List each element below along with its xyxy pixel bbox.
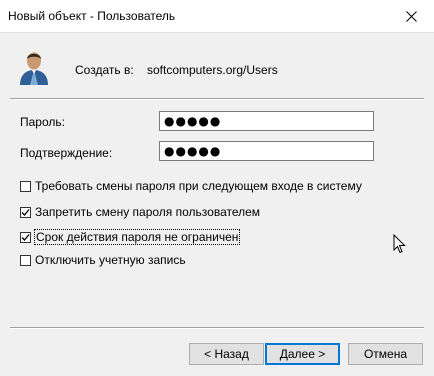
cancel-button[interactable]: Отмена <box>348 343 423 365</box>
mouse-pointer-icon <box>393 234 406 254</box>
confirm-label: Подтверждение: <box>20 146 113 160</box>
password-field[interactable]: ●●●●● <box>159 111 374 131</box>
checkbox[interactable] <box>20 231 31 243</box>
close-button[interactable] <box>388 0 434 32</box>
window-title: Новый объект - Пользователь <box>8 9 176 23</box>
option-change-at-logon[interactable]: Требовать смены пароля при следующем вхо… <box>20 178 362 194</box>
back-button[interactable]: < Назад <box>189 343 264 365</box>
checkbox[interactable] <box>20 254 31 266</box>
confirm-password-field[interactable]: ●●●●● <box>159 141 374 161</box>
separator <box>10 327 424 329</box>
option-label: Требовать смены пароля при следующем вхо… <box>35 179 362 193</box>
checkbox[interactable] <box>20 206 31 218</box>
create-in-path: softcomputers.org/Users <box>147 63 278 77</box>
checkmark-icon <box>21 208 30 216</box>
password-label: Пароль: <box>20 115 65 129</box>
option-disable-account[interactable]: Отключить учетную запись <box>20 252 186 268</box>
checkbox[interactable] <box>20 180 31 192</box>
title-bar: Новый объект - Пользователь <box>0 0 434 33</box>
user-icon <box>20 52 48 85</box>
option-label: Запретить смену пароля пользователем <box>35 205 261 219</box>
option-label: Срок действия пароля не ограничен <box>33 229 241 245</box>
option-never-expires[interactable]: Срок действия пароля не ограничен <box>20 229 241 245</box>
option-cannot-change[interactable]: Запретить смену пароля пользователем <box>20 204 260 220</box>
checkmark-icon <box>21 233 30 241</box>
create-in-label: Создать в: <box>75 63 134 77</box>
close-icon <box>405 10 417 22</box>
option-label: Отключить учетную запись <box>35 253 186 267</box>
separator <box>10 98 424 100</box>
next-button[interactable]: Далее > <box>265 343 340 365</box>
